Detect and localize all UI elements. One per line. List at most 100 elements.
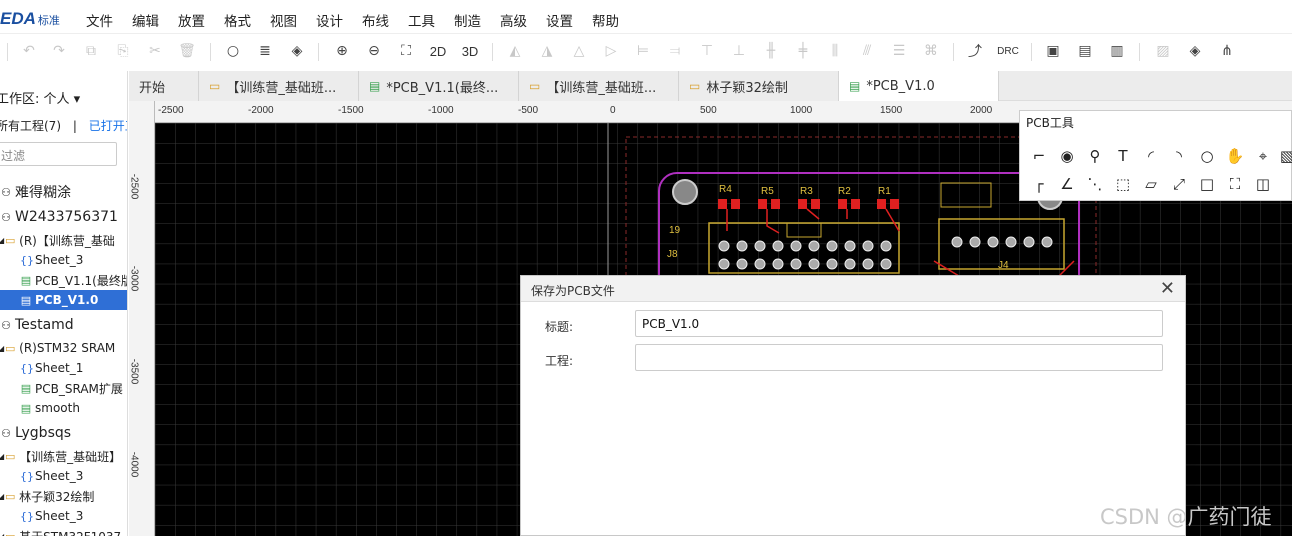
- center-arc-icon[interactable]: ◝: [1168, 145, 1190, 167]
- tree-project[interactable]: ◢▭林子颖32绘制: [0, 486, 94, 506]
- search-icon[interactable]: ○: [222, 40, 244, 62]
- drc-button[interactable]: DRC: [995, 40, 1021, 62]
- close-icon[interactable]: ✕: [1160, 278, 1175, 299]
- hand-icon[interactable]: ✋: [1224, 145, 1246, 167]
- rectangle-dashed-icon[interactable]: ⬚: [1112, 173, 1134, 195]
- undo-icon[interactable]: ↶: [18, 40, 40, 62]
- track-icon[interactable]: ⌐: [1028, 145, 1050, 167]
- connector-icon[interactable]: ┌: [1028, 173, 1050, 195]
- tree-sheet[interactable]: {} Sheet_3: [20, 250, 83, 270]
- tree-project[interactable]: ◢▭(R)【训练营_基础: [0, 230, 115, 250]
- all-projects-tab[interactable]: 所有工程(7): [0, 119, 61, 133]
- gerber-icon[interactable]: ▤: [1074, 40, 1096, 62]
- align-bottom-icon[interactable]: ⊥: [728, 40, 750, 62]
- redo-icon[interactable]: ↷: [48, 40, 70, 62]
- tab-schematic-1[interactable]: ▭ 【训练营_基础班...: [199, 71, 359, 101]
- group-icon[interactable]: ⌘: [920, 40, 942, 62]
- align-right-icon[interactable]: ⫤: [664, 40, 686, 62]
- route-icon[interactable]: ⤴: [964, 40, 986, 62]
- find-replace-icon[interactable]: ≣: [254, 40, 276, 62]
- menu-advanced[interactable]: 高级: [500, 10, 527, 30]
- tree-sheet[interactable]: {} Sheet_1: [20, 358, 83, 378]
- menu-help[interactable]: 帮助: [592, 10, 619, 30]
- distribute-h-icon[interactable]: ⫼: [824, 40, 846, 62]
- delete-icon[interactable]: 🗑: [176, 40, 198, 62]
- rectangle-icon[interactable]: □: [1196, 173, 1218, 195]
- menu-fabrication[interactable]: 制造: [454, 10, 481, 30]
- tree-pcb[interactable]: ▤ smooth: [20, 398, 80, 418]
- tab-linziying[interactable]: ▭ 林子颖32绘制: [679, 71, 839, 101]
- tab-pcb-v11[interactable]: ▤ *PCB_V1.1(最终...: [359, 71, 519, 101]
- copper-area-icon[interactable]: ⌖: [1252, 145, 1274, 167]
- eraser-icon[interactable]: ◈: [286, 40, 308, 62]
- layers-icon[interactable]: ◈: [1184, 40, 1206, 62]
- align-icon[interactable]: ▷: [600, 40, 622, 62]
- menu-place[interactable]: 放置: [178, 10, 205, 30]
- view-2d-button[interactable]: 2D: [425, 40, 451, 62]
- align-top-icon[interactable]: ⊤: [696, 40, 718, 62]
- via-icon[interactable]: ⚲: [1084, 145, 1106, 167]
- menu-edit[interactable]: 编辑: [132, 10, 159, 30]
- tree-pcb-selected[interactable]: ▤ PCB_V1.0: [0, 290, 127, 310]
- tree-project[interactable]: ◢▭【训练营_基础班】: [0, 446, 121, 466]
- tab-schematic-2[interactable]: ▭ 【训练营_基础班...: [519, 71, 679, 101]
- tree-sheet[interactable]: {} Sheet_3: [20, 506, 83, 526]
- tab-pcb-v10[interactable]: ▤ *PCB_V1.0: [839, 71, 999, 101]
- dimension-icon[interactable]: ⋱: [1084, 173, 1106, 195]
- mirror-icon[interactable]: △: [568, 40, 590, 62]
- copy-icon[interactable]: ⧉: [80, 40, 102, 62]
- pcb-label: J8: [667, 249, 678, 260]
- opened-projects-tab[interactable]: 已打开工: [89, 119, 127, 133]
- fit-view-icon[interactable]: ⛶: [395, 40, 417, 62]
- tree-project[interactable]: ◢▭基于STM32F1037: [0, 526, 121, 536]
- tree-pcb[interactable]: ▤ PCB_SRAM扩展: [20, 378, 123, 398]
- project-input[interactable]: [635, 344, 1163, 371]
- measure-icon[interactable]: ⤢: [1168, 173, 1190, 195]
- circle-icon[interactable]: ○: [1196, 145, 1218, 167]
- export-icon[interactable]: ▥: [1106, 40, 1128, 62]
- grid-align-icon[interactable]: ☰: [888, 40, 910, 62]
- ruler-label: -1500: [338, 105, 364, 116]
- align-center-h-icon[interactable]: ╪: [792, 40, 814, 62]
- menu-tools[interactable]: 工具: [408, 10, 435, 30]
- share-icon[interactable]: ⋔: [1216, 40, 1238, 62]
- tree-project[interactable]: ◢▭(R)STM32 SRAM: [0, 338, 115, 358]
- pad-icon[interactable]: ◉: [1056, 145, 1078, 167]
- menu-view[interactable]: 视图: [270, 10, 297, 30]
- align-center-v-icon[interactable]: ╫: [760, 40, 782, 62]
- tree-pcb[interactable]: ▤ PCB_V1.1(最终版: [20, 270, 127, 290]
- paste-icon[interactable]: ⎘: [112, 40, 134, 62]
- menu-file[interactable]: 文件: [86, 10, 113, 30]
- tree-user[interactable]: ⚇ W2433756371: [0, 207, 118, 227]
- tree-user[interactable]: ⚇ 难得糊涂: [0, 182, 71, 202]
- view-3d-button[interactable]: 3D: [457, 40, 483, 62]
- image-icon[interactable]: ▨: [1152, 40, 1174, 62]
- menu-design[interactable]: 设计: [316, 10, 343, 30]
- tree-user[interactable]: ⚇ Lygbsqs: [0, 423, 71, 443]
- align-left-icon[interactable]: ⊨: [632, 40, 654, 62]
- filter-input[interactable]: 过滤: [0, 142, 117, 166]
- title-input[interactable]: PCB_V1.0: [635, 310, 1163, 337]
- workspace-selector[interactable]: 工作区: 个人 ▾: [0, 88, 80, 107]
- tree-sheet[interactable]: {} Sheet_3: [20, 466, 83, 486]
- arc-icon[interactable]: ◜: [1140, 145, 1162, 167]
- image-icon[interactable]: ▧: [1276, 145, 1292, 167]
- zoom-out-icon[interactable]: ⊖: [363, 40, 385, 62]
- zoom-in-icon[interactable]: ⊕: [331, 40, 353, 62]
- flip-icon[interactable]: ◭: [504, 40, 526, 62]
- menu-settings[interactable]: 设置: [546, 10, 573, 30]
- bom-icon[interactable]: ▣: [1042, 40, 1064, 62]
- panel-icon[interactable]: ◫: [1252, 173, 1274, 195]
- text-icon[interactable]: T: [1112, 145, 1134, 167]
- schematic-icon: {}: [20, 469, 34, 483]
- menu-route[interactable]: 布线: [362, 10, 389, 30]
- tab-start[interactable]: 开始: [129, 71, 199, 101]
- distribute-v-icon[interactable]: ⫻: [856, 40, 878, 62]
- angle-icon[interactable]: ∠: [1056, 173, 1078, 195]
- polygon-icon[interactable]: ▱: [1140, 173, 1162, 195]
- tree-user[interactable]: ⚇ Testamd: [0, 315, 74, 335]
- menu-format[interactable]: 格式: [224, 10, 251, 30]
- cut-icon[interactable]: ✂: [144, 40, 166, 62]
- group-select-icon[interactable]: ⛶: [1224, 173, 1246, 195]
- rotate-icon[interactable]: ◮: [536, 40, 558, 62]
